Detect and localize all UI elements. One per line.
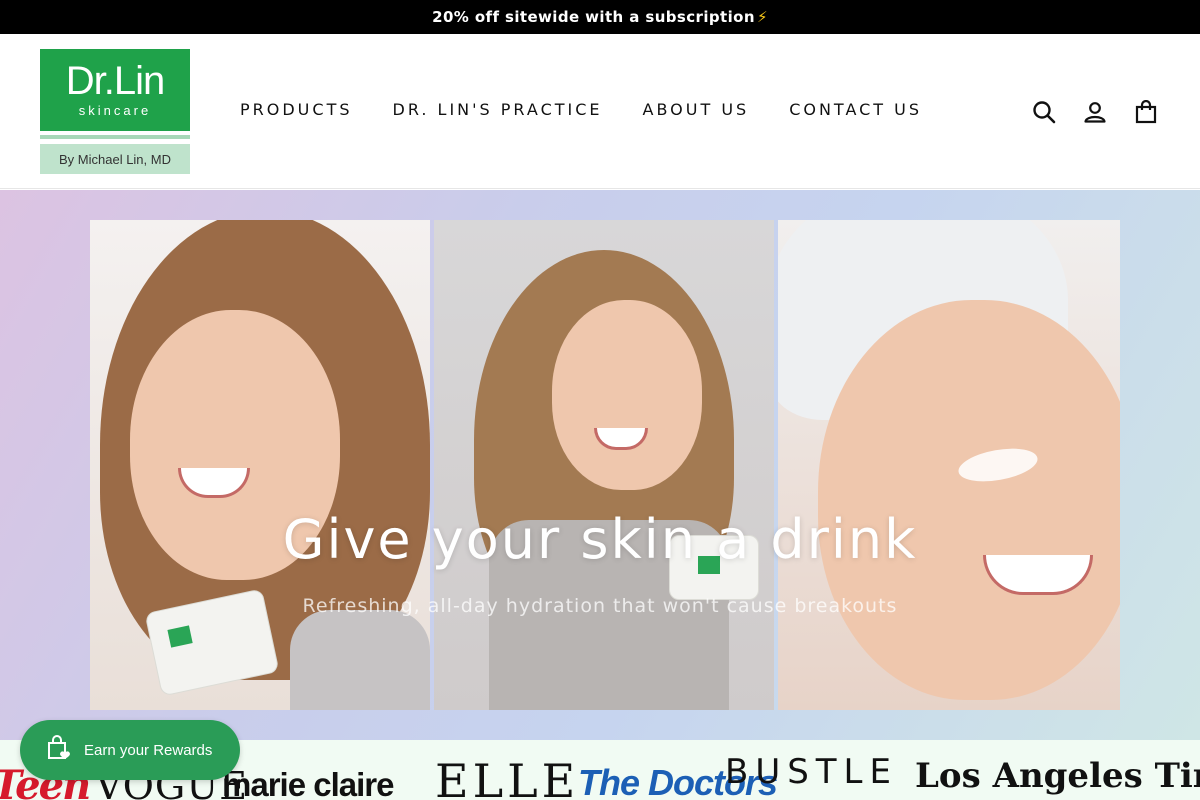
- hero-photo-1: [90, 220, 430, 710]
- press-logo-la-times: Los Angeles Times: [915, 756, 1200, 796]
- shopping-bag-heart-icon: [44, 734, 72, 766]
- hero-photo-2: [434, 220, 774, 710]
- press-logo-bustle: BUSTLE: [725, 752, 898, 792]
- rewards-button[interactable]: Earn your Rewards: [20, 720, 240, 780]
- nav-item-practice[interactable]: DR. LIN'S PRACTICE: [393, 100, 603, 119]
- logo-byline: By Michael Lin, MD: [40, 144, 190, 174]
- rewards-label: Earn your Rewards: [84, 741, 213, 759]
- announcement-bar: 20% off sitewide with a subscription ⚡: [0, 0, 1200, 34]
- search-icon[interactable]: [1030, 98, 1058, 126]
- logo-mark: Dr.Lin skincare: [40, 49, 190, 131]
- press-logo-marie-claire: marie claire: [222, 766, 394, 800]
- lightning-icon: ⚡: [756, 8, 768, 26]
- main-nav: PRODUCTS DR. LIN'S PRACTICE ABOUT US CON…: [240, 100, 962, 119]
- hero-title: Give your skin a drink: [282, 508, 918, 571]
- cart-icon[interactable]: [1132, 98, 1160, 126]
- logo-divider: [40, 135, 190, 139]
- press-logo-elle: ELLE: [435, 754, 580, 800]
- hero-banner[interactable]: Give your skin a drink Refreshing, all-d…: [0, 190, 1200, 740]
- announcement-text: 20% off sitewide with a subscription: [432, 8, 755, 26]
- logo-sub: skincare: [78, 103, 152, 118]
- account-icon[interactable]: [1081, 98, 1109, 126]
- logo-brand: Dr.Lin: [65, 59, 166, 103]
- nav-item-contact[interactable]: CONTACT US: [789, 100, 922, 119]
- nav-item-about[interactable]: ABOUT US: [643, 100, 750, 119]
- site-header: Dr.Lin skincare By Michael Lin, MD PRODU…: [0, 34, 1200, 189]
- hero-subtitle: Refreshing, all-day hydration that won't…: [302, 595, 898, 617]
- header-icons: [1030, 98, 1183, 126]
- site-logo[interactable]: Dr.Lin skincare By Michael Lin, MD: [40, 49, 190, 174]
- hero-photo-3: [778, 220, 1120, 710]
- nav-item-products[interactable]: PRODUCTS: [240, 100, 353, 119]
